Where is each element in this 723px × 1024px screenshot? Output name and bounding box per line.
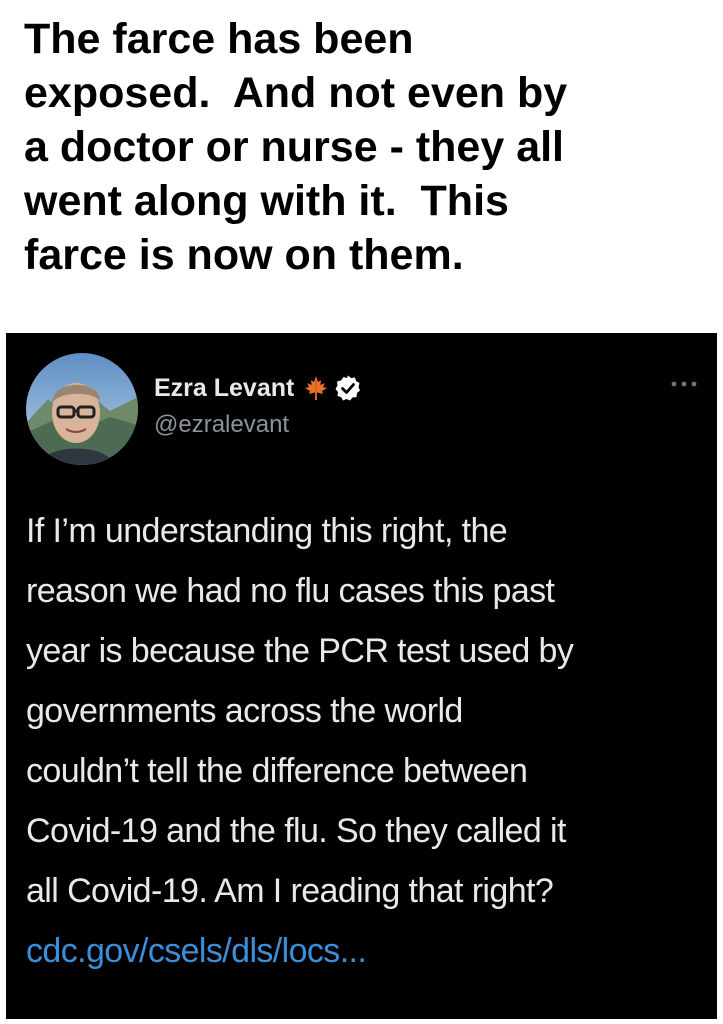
tweet-link[interactable]: cdc.gov/csels/dls/locs... (26, 921, 367, 981)
author-display-name[interactable]: Ezra Levant (154, 374, 294, 403)
avatar[interactable] (26, 353, 138, 465)
author-handle[interactable]: @ezralevant (154, 411, 289, 439)
more-options-icon[interactable] (669, 377, 699, 391)
tweet-text-line: couldn’t tell the difference between (26, 752, 528, 790)
avatar-photo (26, 353, 138, 465)
caption-line: a doctor or nurse - they all (24, 123, 564, 171)
caption-line: farce is now on them. (24, 231, 464, 279)
caption-line: The farce has been (24, 15, 414, 63)
tweet-text-line: Covid-19 and the flu. So they called it (26, 812, 566, 850)
tweet-card: Ezra Levant @ezralevant If I’m understan… (6, 333, 717, 1019)
tweet-text-line: If I’m understanding this right, the (26, 512, 508, 550)
tweet-text-line: reason we had no flu cases this past (26, 572, 555, 610)
tweet-text-line: all Covid-19. Am I reading that right? (26, 872, 554, 910)
caption-line: exposed. And not even by (24, 69, 568, 117)
tweet-text: If I’m understanding this right, the rea… (26, 501, 706, 921)
tweet-text-line: year is because the PCR test used by (26, 632, 574, 670)
tweet-text-line: governments across the world (26, 692, 463, 730)
caption-line: went along with it. This (24, 177, 509, 225)
verified-check-icon (335, 375, 361, 401)
author-name-row[interactable]: Ezra Levant (154, 371, 362, 405)
meme-caption: The farce has been exposed. And not even… (24, 12, 704, 282)
maple-leaf-icon (305, 376, 328, 400)
